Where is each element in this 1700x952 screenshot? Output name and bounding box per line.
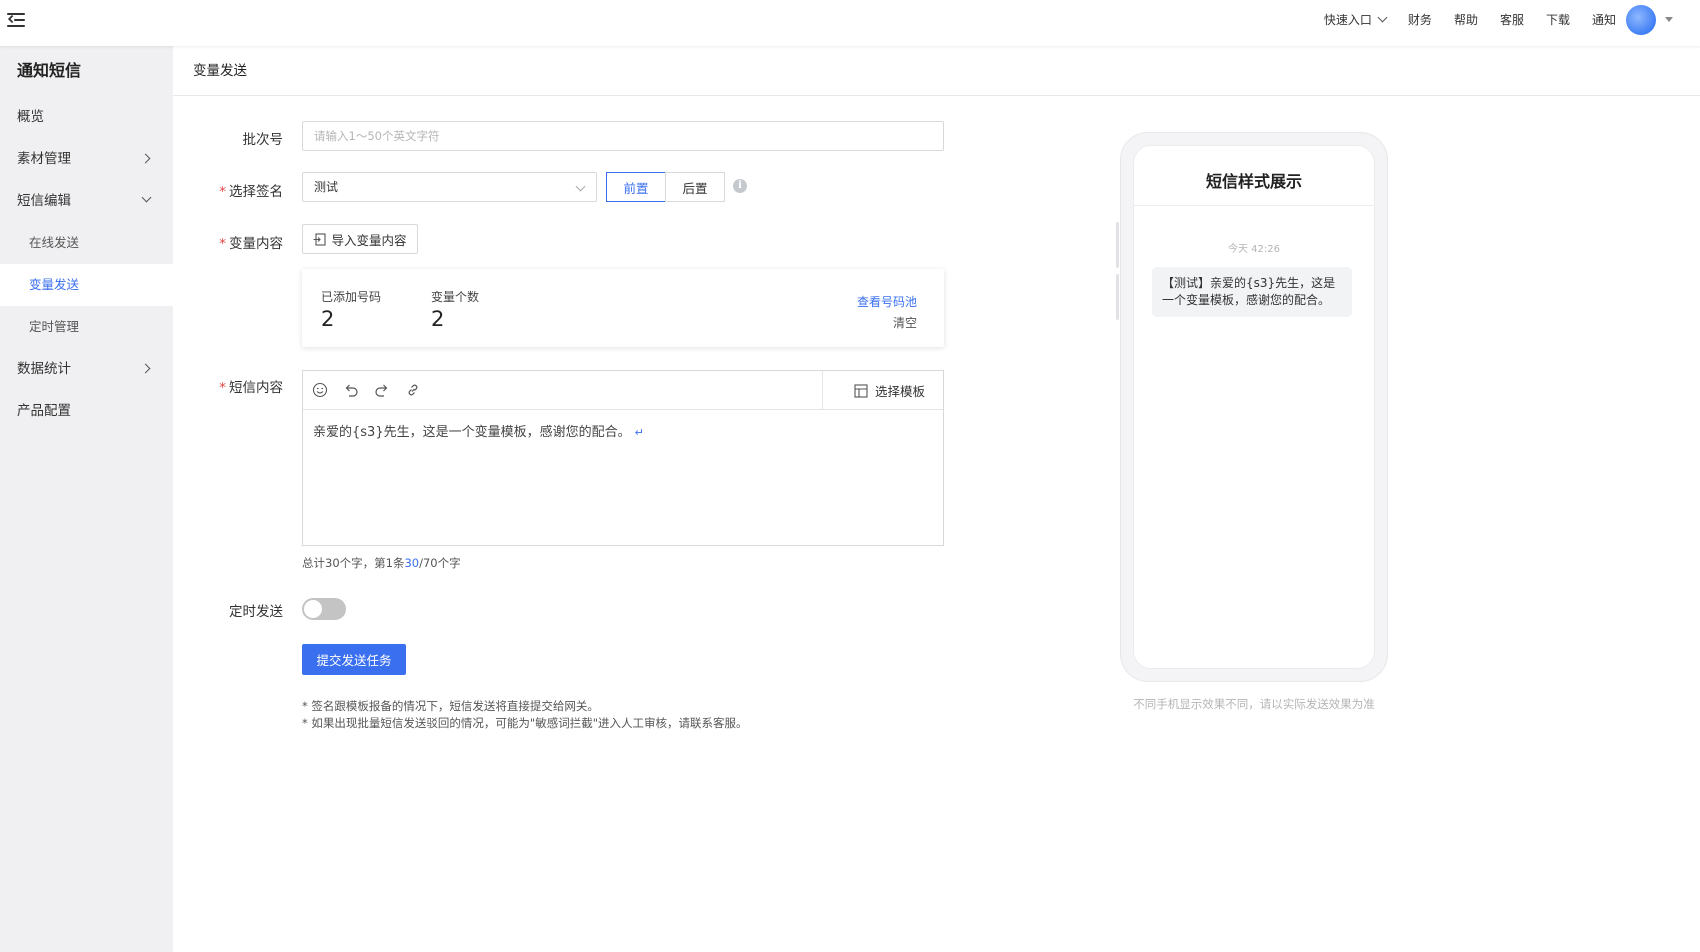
- batch-label-text: 批次号: [242, 132, 284, 148]
- signature-select[interactable]: 测试: [302, 172, 597, 202]
- toolbar-divider: [822, 371, 823, 410]
- customer-service-link[interactable]: 客服: [1500, 11, 1524, 28]
- header-links: 快速入口 财务 帮助 客服 下载 通知: [1302, 0, 1616, 38]
- main-content: 变量发送 批次号 请输入1～50个英文字符 * 选择签名 测试 前置 后置 i *…: [173, 46, 1700, 952]
- undo-icon[interactable]: [343, 382, 359, 398]
- sidebar-item-label: 产品配置: [17, 403, 71, 419]
- sidebar-item-label: 概览: [17, 109, 44, 125]
- chevron-right-icon: [140, 153, 151, 164]
- help-link[interactable]: 帮助: [1454, 11, 1478, 28]
- top-header: 快速入口 财务 帮助 客服 下载 通知: [0, 0, 1700, 46]
- sidebar-item-label: 数据统计: [17, 361, 71, 377]
- schedule-label: 定时发送: [183, 600, 283, 620]
- sidebar-item-schedule-manage[interactable]: 定时管理: [0, 306, 173, 348]
- sidebar-item-materials[interactable]: 素材管理: [0, 138, 173, 180]
- emoji-icon[interactable]: [312, 382, 328, 398]
- select-template-label: 选择模板: [874, 384, 925, 399]
- template-icon: [854, 383, 868, 398]
- sidebar: 通知短信 概览 素材管理 短信编辑 在线发送 变量发送 定时管理 数据统计 产品…: [0, 46, 173, 952]
- batch-placeholder: 请输入1～50个英文字符: [314, 129, 440, 143]
- signature-label-text: 选择签名: [229, 184, 283, 200]
- position-before-button[interactable]: 前置: [606, 172, 666, 202]
- variable-label-text: 变量内容: [229, 236, 283, 252]
- caret-down-icon[interactable]: [1665, 17, 1673, 22]
- preview-footnote: 不同手机显示效果不同，请以实际发送效果为准: [1133, 697, 1375, 711]
- variable-stats-card: 已添加号码 2 变量个数 2 查看号码池 清空: [302, 269, 944, 347]
- signature-value: 测试: [314, 180, 339, 194]
- sidebar-item-sms-edit[interactable]: 短信编辑: [0, 180, 173, 222]
- select-template-button[interactable]: 选择模板: [854, 371, 925, 410]
- signature-label: * 选择签名: [183, 180, 283, 200]
- notification-link[interactable]: 通知: [1592, 11, 1616, 28]
- batch-number-input[interactable]: 请输入1～50个英文字符: [302, 121, 944, 151]
- menu-toggle-icon[interactable]: [7, 11, 27, 29]
- sidebar-item-label: 短信编辑: [17, 193, 71, 209]
- phone-preview: 短信样式展示 今天 42:26 【测试】亲爱的{s3}先生，这是一个变量模板，感…: [1120, 132, 1388, 682]
- numbers-count-value: 2: [321, 307, 335, 331]
- redo-icon[interactable]: [374, 382, 390, 398]
- required-mark: *: [219, 236, 226, 252]
- import-variables-button[interactable]: 导入变量内容: [302, 224, 418, 254]
- info-icon[interactable]: i: [733, 179, 747, 193]
- variable-label: * 变量内容: [183, 232, 283, 252]
- view-number-pool-link[interactable]: 查看号码池: [857, 293, 917, 310]
- sidebar-item-variable-send[interactable]: 变量发送: [0, 264, 173, 306]
- preview-title: 短信样式展示: [1134, 146, 1374, 206]
- schedule-label-text: 定时发送: [229, 604, 283, 620]
- message-bubble: 【测试】亲爱的{s3}先生，这是一个变量模板，感谢您的配合。: [1152, 267, 1352, 317]
- counter-suffix: /70个字: [419, 556, 461, 570]
- content-label-text: 短信内容: [229, 380, 283, 396]
- phone-side-button: [1116, 274, 1119, 320]
- quick-entry-label: 快速入口: [1323, 12, 1372, 27]
- download-link[interactable]: 下载: [1546, 11, 1570, 28]
- variables-count-value: 2: [431, 307, 445, 331]
- note-line: * 如果出现批量短信发送驳回的情况，可能为"敏感词拦截"进入人工审核，请联系客服…: [302, 716, 748, 730]
- required-mark: *: [219, 184, 226, 200]
- char-counter: 总计30个字，第1条30/70个字: [302, 555, 461, 571]
- chevron-down-icon: [141, 192, 152, 203]
- counter-prefix: 总计30个字，第1条: [302, 556, 405, 570]
- note-line: * 签名跟模板报备的情况下，短信发送将直接提交给网关。: [302, 699, 599, 713]
- finance-link[interactable]: 财务: [1408, 11, 1432, 28]
- editor-toolbar: 选择模板: [303, 371, 943, 410]
- avatar[interactable]: [1626, 5, 1656, 35]
- import-label: 导入变量内容: [331, 232, 407, 248]
- clear-button[interactable]: 清空: [893, 314, 917, 331]
- sidebar-item-online-send[interactable]: 在线发送: [0, 222, 173, 264]
- sidebar-item-label: 在线发送: [29, 235, 80, 250]
- content-label: * 短信内容: [183, 376, 283, 396]
- sidebar-item-product-config[interactable]: 产品配置: [0, 390, 173, 432]
- quick-entry-menu[interactable]: 快速入口: [1323, 11, 1388, 28]
- chevron-down-icon: [575, 181, 586, 192]
- phone-side-button: [1116, 222, 1119, 268]
- phone-screen: 短信样式展示 今天 42:26 【测试】亲爱的{s3}先生，这是一个变量模板，感…: [1133, 145, 1375, 669]
- sms-content-text: 亲爱的{s3}先生，这是一个变量模板，感谢您的配合。: [313, 425, 631, 440]
- chevron-right-icon: [140, 363, 151, 374]
- chevron-down-icon: [1377, 12, 1388, 22]
- batch-label: 批次号: [183, 128, 284, 148]
- sidebar-item-statistics[interactable]: 数据统计: [0, 348, 173, 390]
- sidebar-item-label: 定时管理: [29, 319, 80, 334]
- sidebar-item-label: 素材管理: [17, 151, 71, 167]
- variables-count-label: 变量个数: [431, 290, 480, 304]
- numbers-count-label: 已添加号码: [321, 290, 382, 304]
- page-title: 变量发送: [173, 46, 1700, 96]
- sidebar-item-overview[interactable]: 概览: [0, 96, 173, 138]
- required-mark: *: [219, 380, 226, 396]
- import-icon: [313, 232, 327, 246]
- sidebar-item-label: 变量发送: [29, 277, 80, 292]
- preview-time: 今天 42:26: [1228, 244, 1280, 255]
- link-icon[interactable]: [405, 382, 421, 398]
- editor-text[interactable]: 亲爱的{s3}先生，这是一个变量模板，感谢您的配合。 ↵: [313, 421, 644, 440]
- return-icon: ↵: [634, 426, 644, 439]
- schedule-toggle[interactable]: [302, 598, 346, 620]
- toggle-knob: [304, 600, 322, 618]
- submit-task-button[interactable]: 提交发送任务: [302, 644, 406, 675]
- sms-content-editor[interactable]: 选择模板 亲爱的{s3}先生，这是一个变量模板，感谢您的配合。 ↵: [302, 370, 944, 546]
- position-after-button[interactable]: 后置: [665, 172, 725, 202]
- counter-current: 30: [404, 556, 420, 570]
- sidebar-title: 通知短信: [17, 61, 82, 80]
